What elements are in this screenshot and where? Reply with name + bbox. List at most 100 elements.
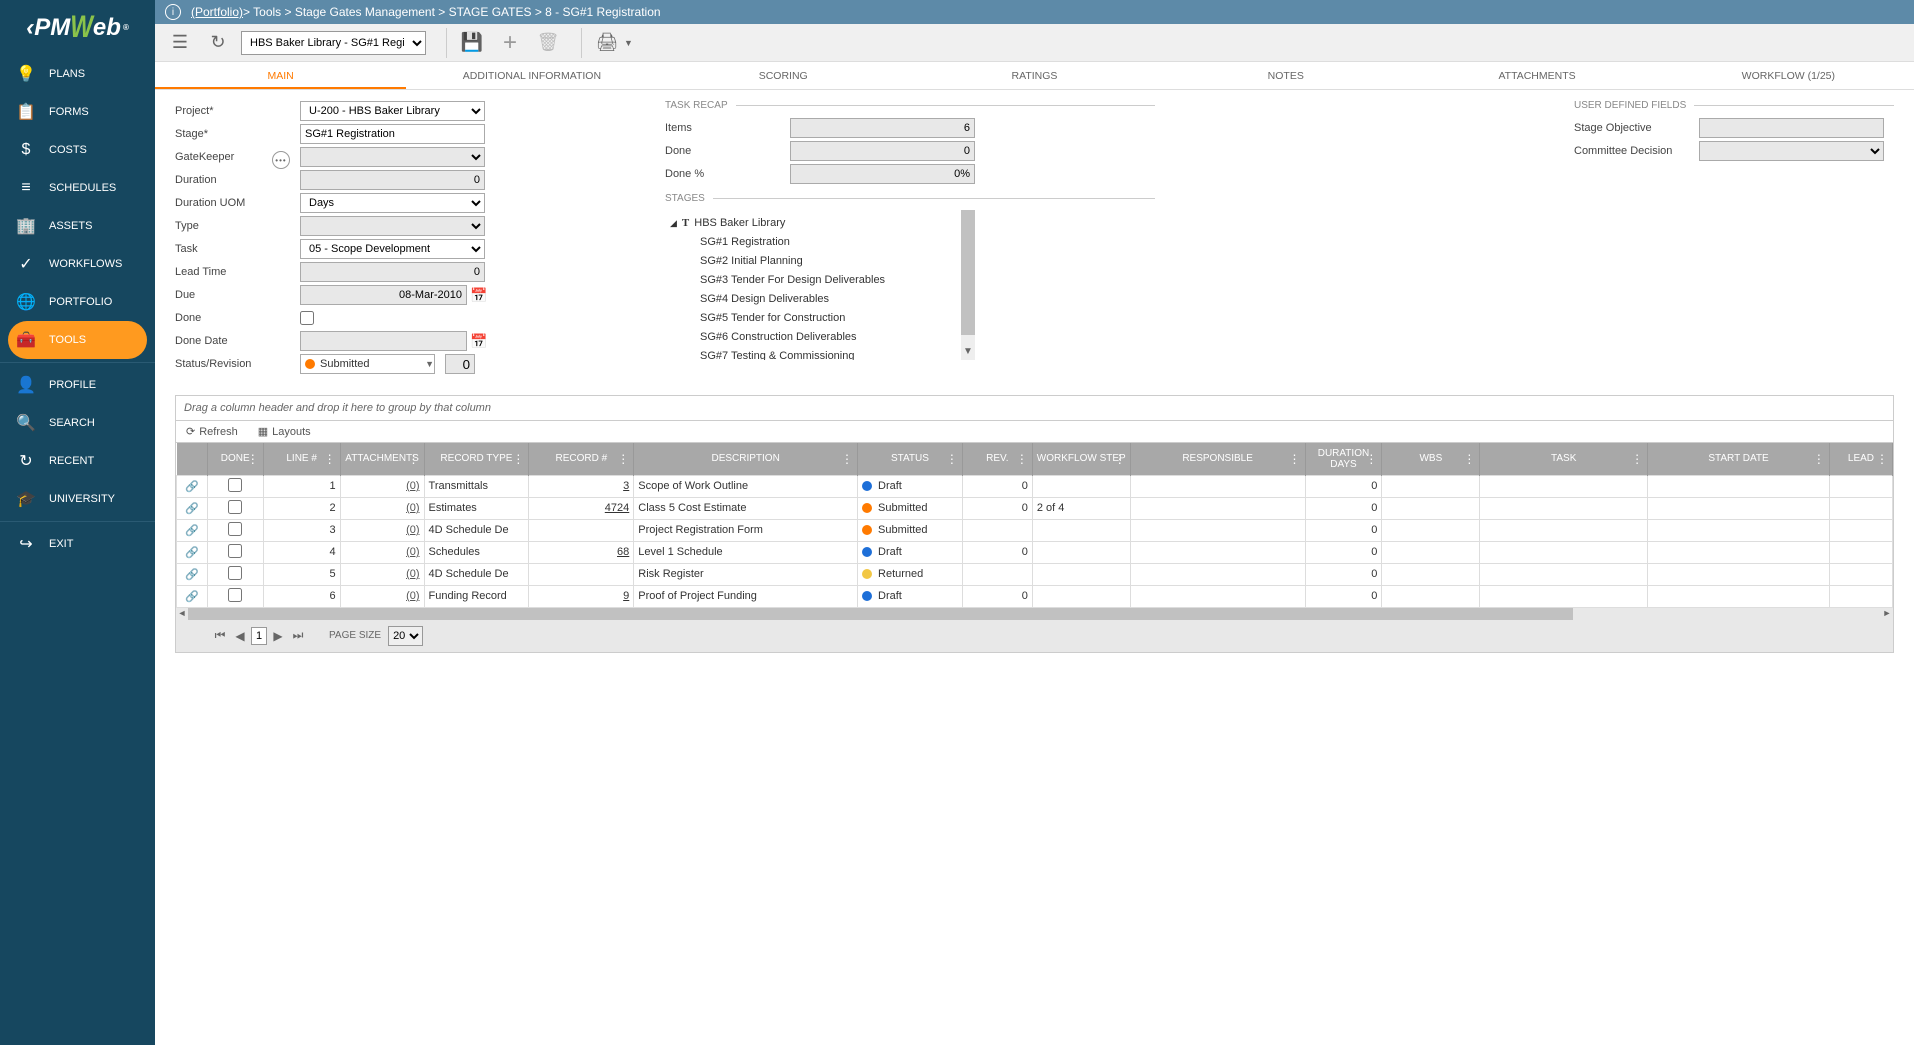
project-select[interactable]: U-200 - HBS Baker Library — [300, 101, 485, 121]
column-menu-icon[interactable]: ⋮ — [1813, 452, 1825, 466]
info-icon[interactable]: i — [165, 4, 181, 20]
column-header[interactable]: RESPONSIBLE⋮ — [1130, 443, 1305, 475]
type-select[interactable] — [300, 216, 485, 236]
column-menu-icon[interactable]: ⋮ — [1114, 452, 1126, 466]
horizontal-scrollbar[interactable]: ◄► — [176, 608, 1893, 620]
link-icon[interactable]: 🔗 — [177, 563, 208, 585]
nav-item-search[interactable]: 🔍 SEARCH — [0, 404, 155, 442]
column-menu-icon[interactable]: ⋮ — [512, 452, 524, 466]
tab-workflow-1-25-[interactable]: WORKFLOW (1/25) — [1663, 62, 1914, 89]
tree-item[interactable]: SG#7 Testing & Commissioning — [665, 347, 975, 360]
record-number-cell[interactable] — [529, 519, 634, 541]
nav-item-costs[interactable]: $ COSTS — [0, 131, 155, 169]
nav-item-workflows[interactable]: ✓ WORKFLOWS — [0, 245, 155, 283]
done-cell[interactable] — [207, 475, 263, 497]
scrollbar-thumb[interactable] — [961, 210, 975, 335]
done-cell[interactable] — [207, 541, 263, 563]
nav-item-forms[interactable]: 📋 FORMS — [0, 93, 155, 131]
calendar-icon[interactable]: 📅 — [469, 331, 489, 351]
table-row[interactable]: 🔗 2 (0) Estimates 4724 Class 5 Cost Esti… — [177, 497, 1893, 519]
row-done-checkbox[interactable] — [228, 544, 242, 558]
tree-item[interactable]: SG#5 Tender for Construction — [665, 309, 975, 328]
record-selector[interactable]: HBS Baker Library - SG#1 Registratio — [241, 31, 426, 55]
duration-input[interactable] — [300, 170, 485, 190]
column-menu-icon[interactable]: ⋮ — [1876, 452, 1888, 466]
list-view-icon[interactable]: ☰ — [165, 28, 195, 58]
collapse-icon[interactable]: ◢ — [670, 214, 677, 233]
nav-item-exit[interactable]: ↪ EXIT — [0, 525, 155, 563]
task-select[interactable]: 05 - Scope Development — [300, 239, 485, 259]
column-header[interactable]: DESCRIPTION⋮ — [634, 443, 858, 475]
next-page-button[interactable]: ▶ — [269, 627, 287, 645]
column-menu-icon[interactable]: ⋮ — [617, 452, 629, 466]
scroll-right-icon[interactable]: ► — [1881, 608, 1893, 620]
gatekeeper-more-icon[interactable]: ••• — [272, 151, 290, 169]
column-header[interactable]: START DATE⋮ — [1648, 443, 1830, 475]
tab-ratings[interactable]: RATINGS — [909, 62, 1160, 89]
attachments-cell[interactable]: (0) — [340, 519, 424, 541]
column-header[interactable]: REV.⋮ — [962, 443, 1032, 475]
attachments-cell[interactable]: (0) — [340, 541, 424, 563]
column-header[interactable] — [177, 443, 208, 475]
record-number-cell[interactable]: 3 — [529, 475, 634, 497]
attachments-cell[interactable]: (0) — [340, 585, 424, 607]
attachments-cell[interactable]: (0) — [340, 497, 424, 519]
tab-additional-information[interactable]: ADDITIONAL INFORMATION — [406, 62, 657, 89]
column-header[interactable]: ATTACHMENTS⋮ — [340, 443, 424, 475]
record-number-cell[interactable]: 4724 — [529, 497, 634, 519]
revision-input[interactable] — [445, 354, 475, 374]
nav-item-schedules[interactable]: ≡ SCHEDULES — [0, 169, 155, 207]
tab-main[interactable]: MAIN — [155, 62, 406, 89]
print-dropdown-icon[interactable]: ▼ — [624, 38, 633, 48]
nav-item-profile[interactable]: 👤 PROFILE — [0, 366, 155, 404]
page-size-select[interactable]: 20 — [388, 626, 423, 646]
column-menu-icon[interactable]: ⋮ — [408, 452, 420, 466]
table-row[interactable]: 🔗 6 (0) Funding Record 9 Proof of Projec… — [177, 585, 1893, 607]
column-header[interactable]: RECORD TYPE⋮ — [424, 443, 529, 475]
stage-objective-input[interactable] — [1699, 118, 1884, 138]
done-checkbox[interactable] — [300, 311, 314, 325]
record-number-cell[interactable]: 9 — [529, 585, 634, 607]
stages-tree[interactable]: ◢THBS Baker Library SG#1 RegistrationSG#… — [665, 210, 975, 360]
done-date-input[interactable] — [300, 331, 467, 351]
scroll-down-icon[interactable]: ▼ — [961, 346, 975, 360]
tree-root-item[interactable]: ◢THBS Baker Library — [665, 214, 975, 233]
column-header[interactable]: WBS⋮ — [1382, 443, 1480, 475]
column-header[interactable]: STATUS⋮ — [858, 443, 963, 475]
column-menu-icon[interactable]: ⋮ — [1463, 452, 1475, 466]
column-header[interactable]: RECORD #⋮ — [529, 443, 634, 475]
duration-uom-select[interactable]: Days — [300, 193, 485, 213]
column-menu-icon[interactable]: ⋮ — [1365, 452, 1377, 466]
tab-attachments[interactable]: ATTACHMENTS — [1411, 62, 1662, 89]
column-menu-icon[interactable]: ⋮ — [841, 452, 853, 466]
link-icon[interactable]: 🔗 — [177, 541, 208, 563]
save-icon[interactable]: 💾 — [457, 28, 487, 58]
done-cell[interactable] — [207, 563, 263, 585]
history-icon[interactable]: ↻ — [203, 28, 233, 58]
print-icon[interactable]: 🖨 — [592, 28, 622, 58]
column-header[interactable]: LINE #⋮ — [263, 443, 340, 475]
add-icon[interactable]: + — [495, 28, 525, 58]
column-menu-icon[interactable]: ⋮ — [247, 452, 259, 466]
scrollbar-thumb[interactable] — [188, 608, 1573, 620]
tab-notes[interactable]: NOTES — [1160, 62, 1411, 89]
table-row[interactable]: 🔗 4 (0) Schedules 68 Level 1 Schedule Dr… — [177, 541, 1893, 563]
row-done-checkbox[interactable] — [228, 478, 242, 492]
row-done-checkbox[interactable] — [228, 566, 242, 580]
column-header[interactable]: DONE⋮ — [207, 443, 263, 475]
scroll-left-icon[interactable]: ◄ — [176, 608, 188, 620]
table-row[interactable]: 🔗 5 (0) 4D Schedule De Risk Register Ret… — [177, 563, 1893, 585]
column-header[interactable]: TASK⋮ — [1480, 443, 1648, 475]
stage-input[interactable] — [300, 124, 485, 144]
nav-item-university[interactable]: 🎓 UNIVERSITY — [0, 480, 155, 518]
column-menu-icon[interactable]: ⋮ — [1631, 452, 1643, 466]
calendar-icon[interactable]: 📅 — [469, 285, 489, 305]
breadcrumb-portfolio[interactable]: (Portfolio) — [191, 5, 243, 19]
tree-item[interactable]: SG#4 Design Deliverables — [665, 290, 975, 309]
gatekeeper-select[interactable] — [300, 147, 485, 167]
tree-item[interactable]: SG#6 Construction Deliverables — [665, 328, 975, 347]
done-cell[interactable] — [207, 585, 263, 607]
done-cell[interactable] — [207, 519, 263, 541]
nav-item-recent[interactable]: ↻ RECENT — [0, 442, 155, 480]
attachments-cell[interactable]: (0) — [340, 475, 424, 497]
